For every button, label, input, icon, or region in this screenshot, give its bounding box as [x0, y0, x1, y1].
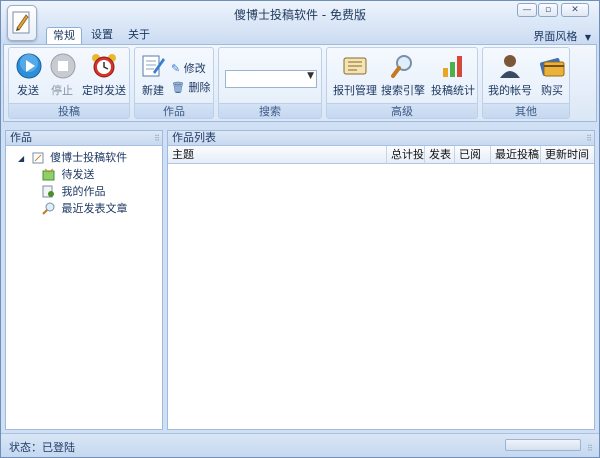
- column-last-submitted[interactable]: 最近投稿: [491, 146, 541, 164]
- send-button[interactable]: 发送: [15, 52, 42, 98]
- column-subject[interactable]: 主题: [168, 146, 387, 164]
- tab-about[interactable]: 关于: [122, 27, 156, 44]
- my-account-button[interactable]: 我的帐号: [487, 52, 533, 98]
- theme-menu-label: 界面风格: [533, 30, 578, 43]
- window-title: 傻博士投稿软件 - 免费版: [234, 8, 366, 22]
- tree-root-label: 傻博士投稿软件: [50, 151, 128, 164]
- works-tree-pane: 作品 ⠿ ◢ 傻博士投稿软件 待发送 我的作品 最近发表文章: [5, 130, 163, 430]
- group-label-works: 作品: [135, 103, 213, 118]
- ribbon-group-other: 我的帐号 购买 其他: [482, 47, 570, 119]
- trash-icon: 🗑: [171, 81, 185, 94]
- pane-grip-icon[interactable]: ⠿: [586, 134, 592, 143]
- column-total-submitted[interactable]: 总计投: [387, 146, 425, 164]
- tree-item-recent-label: 最近发表文章: [61, 202, 128, 215]
- tab-general[interactable]: 常规: [46, 27, 82, 44]
- bar-chart-icon: [443, 56, 462, 77]
- magnifier-icon: [391, 55, 412, 78]
- my-account-label: 我的帐号: [488, 84, 532, 97]
- recent-articles-icon: [42, 202, 55, 215]
- new-label: 新建: [142, 84, 164, 97]
- tree-item-pending[interactable]: 待发送: [42, 166, 95, 182]
- timed-send-button[interactable]: 定时发送: [81, 52, 127, 98]
- submission-stats-button[interactable]: 投稿统计: [431, 52, 475, 98]
- buy-label: 购买: [541, 84, 563, 97]
- theme-menu[interactable]: 界面风格 ▼: [533, 28, 591, 44]
- menu-bar: 常规 设置 关于 界面风格 ▼: [1, 25, 599, 44]
- column-published[interactable]: 发表: [425, 146, 455, 164]
- group-label-other: 其他: [483, 103, 569, 118]
- tree-item-recent[interactable]: 最近发表文章: [42, 200, 128, 216]
- group-label-submit: 投稿: [9, 103, 129, 118]
- app-window: 傻博士投稿软件 - 免费版 — ▫ ✕ 常规 设置 关于 界面风格 ▼ 发送 停…: [0, 0, 600, 458]
- column-updated-time[interactable]: 更新时间: [541, 146, 594, 164]
- edit-label: 修改: [183, 62, 206, 75]
- group-label-advanced: 高级: [327, 103, 477, 118]
- group-label-search: 搜索: [219, 103, 321, 118]
- tree-root[interactable]: ◢ 傻博士投稿软件: [18, 149, 127, 165]
- credit-card-icon: [539, 58, 565, 77]
- maximize-button[interactable]: ▫: [538, 3, 558, 17]
- stop-button[interactable]: 停止: [49, 52, 76, 98]
- status-text: 状态：已登陆: [9, 441, 75, 454]
- column-read[interactable]: 已阅: [455, 146, 491, 164]
- stop-label: 停止: [51, 84, 73, 97]
- my-works-icon: [42, 185, 54, 198]
- tree-item-my-works[interactable]: 我的作品: [42, 183, 106, 199]
- works-list-pane: 作品列表 ⠿ 主题 总计投 发表 已阅 最近投稿 更新时间: [167, 130, 595, 430]
- ribbon-group-search: ▼ 搜索: [218, 47, 322, 119]
- stop-icon: [50, 53, 76, 79]
- ribbon-group-submit: 发送 停止 定时发送 投稿: [8, 47, 130, 119]
- edit-button[interactable]: ✎ 修改: [171, 60, 206, 76]
- tab-settings[interactable]: 设置: [85, 27, 119, 44]
- tree-item-my-works-label: 我的作品: [61, 185, 106, 198]
- close-button[interactable]: ✕: [561, 3, 589, 17]
- journal-management-label: 报刊管理: [333, 84, 377, 97]
- app-logo-icon[interactable]: [7, 5, 37, 41]
- delete-button[interactable]: 🗑 删除: [171, 79, 210, 95]
- search-engine-button[interactable]: 搜索引擎: [381, 52, 425, 98]
- minimize-button[interactable]: —: [517, 3, 537, 17]
- journal-management-button[interactable]: 报刊管理: [333, 52, 377, 98]
- timed-send-label: 定时发送: [82, 84, 126, 97]
- pane-grip-icon[interactable]: ⠿: [154, 134, 160, 143]
- newspaper-icon: [343, 57, 367, 75]
- dropdown-arrow-icon: ▼: [307, 71, 314, 81]
- pencil-icon: ✎: [171, 62, 181, 75]
- ribbon-group-advanced: 报刊管理 搜索引擎 投稿统计 高级: [326, 47, 478, 119]
- status-progress-bar: [505, 439, 581, 451]
- delete-label: 删除: [188, 81, 211, 94]
- resize-grip-icon[interactable]: ⠿: [587, 444, 593, 453]
- status-bar: 状态：已登陆 ⠿: [1, 433, 599, 457]
- title-bar: 傻博士投稿软件 - 免费版 — ▫ ✕: [1, 1, 599, 25]
- new-button[interactable]: 新建: [139, 52, 167, 98]
- buy-button[interactable]: 购买: [537, 52, 567, 98]
- send-label: 发送: [17, 84, 39, 97]
- works-table-header: 主题 总计投 发表 已阅 最近投稿 更新时间: [168, 146, 594, 164]
- works-pane-title: 作品: [6, 131, 162, 146]
- search-combo[interactable]: ▼: [225, 70, 317, 88]
- play-icon: [16, 53, 42, 79]
- tree-item-pending-label: 待发送: [61, 168, 95, 181]
- user-icon: [500, 55, 520, 78]
- alarm-clock-icon: [92, 54, 116, 78]
- chevron-down-icon: ▼: [584, 33, 591, 42]
- new-document-icon: [142, 55, 165, 77]
- collapse-arrow-icon: ◢: [18, 154, 25, 163]
- ribbon-group-works: 新建 ✎ 修改 🗑 删除 作品: [134, 47, 214, 119]
- works-list-title: 作品列表: [168, 131, 594, 146]
- ribbon: 发送 停止 定时发送 投稿 新建 ✎ 修改 🗑 删除 作品 ▼ 搜索 报刊管理 …: [3, 44, 597, 122]
- search-engine-label: 搜索引擎: [381, 84, 425, 97]
- notebook-icon: [32, 152, 44, 164]
- pending-send-icon: [42, 168, 55, 181]
- submission-stats-label: 投稿统计: [431, 84, 475, 97]
